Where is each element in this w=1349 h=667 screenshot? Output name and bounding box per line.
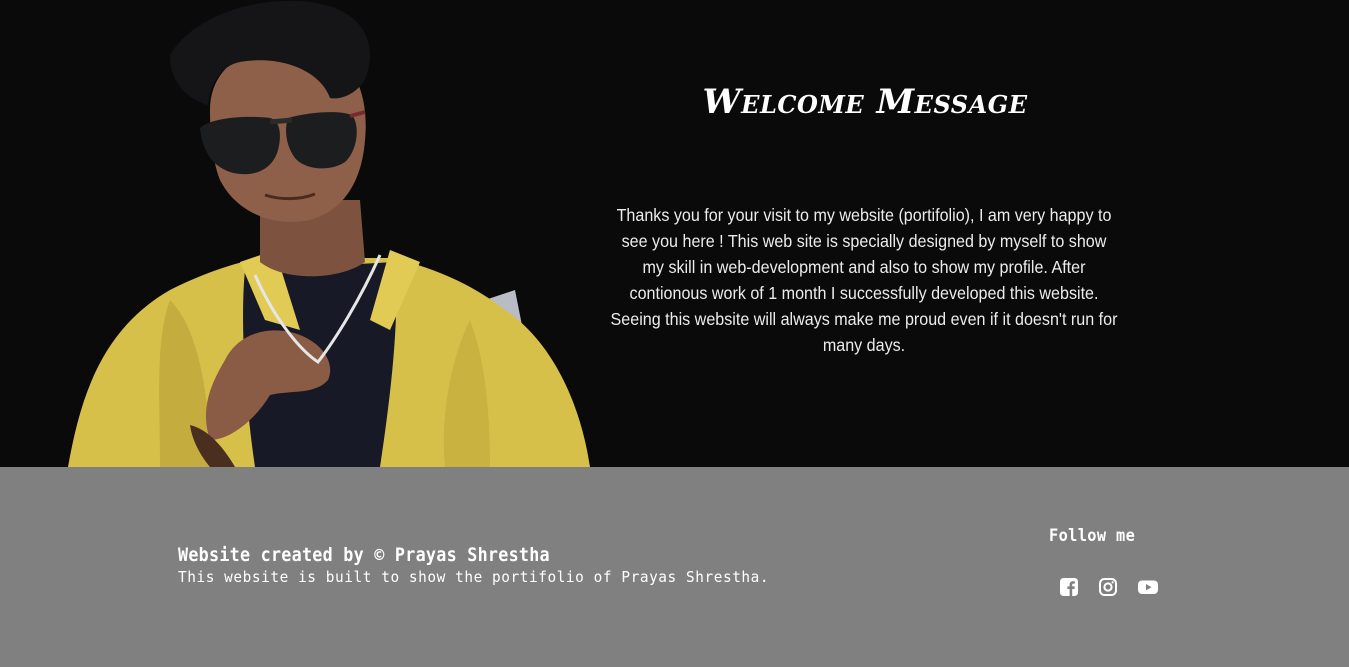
welcome-message: Thanks you for your visit to my website … — [610, 205, 1118, 355]
instagram-icon[interactable] — [1098, 577, 1118, 597]
follow-title: Follow me — [1049, 526, 1136, 546]
welcome-title: Welcome Message — [702, 82, 1028, 122]
site-footer: Website created by © Prayas Shrestha Thi… — [0, 467, 1349, 667]
profile-photo — [68, 0, 590, 467]
footer-credit: Website created by © Prayas Shrestha — [178, 544, 550, 566]
footer-description: This website is built to show the portif… — [178, 568, 770, 586]
facebook-icon[interactable] — [1059, 577, 1079, 597]
welcome-section: Welcome Message Thanks you for your visi… — [0, 0, 1349, 467]
youtube-icon[interactable] — [1137, 577, 1159, 597]
